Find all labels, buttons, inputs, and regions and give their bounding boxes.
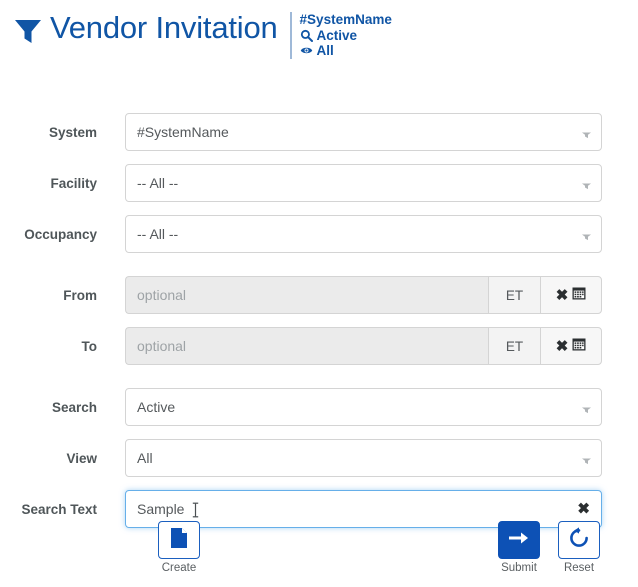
form-row-from: From ET ✖	[0, 275, 602, 315]
page-header: Vendor Invitation #SystemName Active All	[0, 0, 638, 60]
text-cursor-icon	[191, 502, 200, 518]
control-occupancy: -- All --	[125, 215, 602, 253]
from-clear-calendar-button[interactable]: ✖	[540, 276, 602, 314]
header-meta-system-label: #SystemName	[299, 12, 392, 27]
select-search-value: Active	[137, 399, 176, 415]
control-view: All	[125, 439, 602, 477]
select-facility-value: -- All --	[137, 175, 179, 191]
eye-icon	[300, 44, 313, 57]
form-row-to: To ET ✖	[0, 326, 602, 366]
submit-button-wrap: Submit	[485, 521, 553, 575]
from-timezone-addon: ET	[488, 276, 540, 314]
to-date-input[interactable]	[125, 327, 488, 365]
select-search[interactable]: Active	[125, 388, 602, 426]
form-row-occupancy: Occupancy -- All --	[0, 214, 602, 254]
label-from: From	[63, 287, 97, 303]
reset-button-wrap: Reset	[545, 521, 613, 575]
page-title: Vendor Invitation	[50, 10, 278, 45]
submit-button[interactable]	[498, 521, 540, 559]
header-meta-search: Active	[300, 28, 392, 44]
select-occupancy[interactable]: -- All --	[125, 215, 602, 253]
header-meta-system: #SystemName	[300, 12, 392, 28]
document-icon	[170, 527, 188, 554]
label-facility: Facility	[50, 175, 97, 191]
close-icon: ✖	[555, 286, 569, 304]
calendar-icon	[572, 286, 586, 305]
header-meta-view: All	[300, 43, 392, 59]
calendar-icon	[572, 337, 586, 356]
label-occupancy: Occupancy	[24, 226, 97, 242]
control-system: #SystemName	[125, 113, 602, 151]
select-system-value: #SystemName	[137, 124, 229, 140]
select-view-value: All	[137, 450, 153, 466]
select-facility[interactable]: -- All --	[125, 164, 602, 202]
to-clear-calendar-button[interactable]: ✖	[540, 327, 602, 365]
arrow-right-icon	[507, 530, 531, 551]
submit-button-label: Submit	[501, 562, 537, 574]
create-button-wrap: Create	[145, 521, 213, 575]
search-text-clear-icon[interactable]: ✖	[577, 502, 590, 517]
header-meta-view-label: All	[316, 43, 334, 58]
funnel-icon	[12, 16, 44, 46]
filter-form: System #SystemName Facility -- All -- Oc…	[0, 112, 638, 529]
refresh-icon	[568, 526, 590, 554]
reset-button-label: Reset	[563, 562, 595, 574]
control-from: ET ✖	[125, 276, 602, 314]
label-to: To	[81, 338, 98, 354]
form-row-system: System #SystemName	[0, 112, 602, 152]
control-search: Active	[125, 388, 602, 426]
create-button[interactable]	[158, 521, 200, 559]
from-date-input[interactable]	[125, 276, 488, 314]
control-facility: -- All --	[125, 164, 602, 202]
search-icon	[300, 29, 313, 42]
form-row-search: Search Active	[0, 387, 602, 427]
header-meta: #SystemName Active All	[289, 12, 392, 59]
action-bar: Create Submit Reset	[0, 521, 638, 587]
label-system: System	[48, 124, 97, 140]
label-search-text: Search Text	[21, 501, 97, 517]
label-view: View	[66, 450, 97, 466]
reset-button[interactable]	[558, 521, 600, 559]
form-row-view: View All	[0, 438, 602, 478]
input-group-to: ET ✖	[125, 327, 602, 365]
control-to: ET ✖	[125, 327, 602, 365]
close-icon: ✖	[555, 337, 569, 355]
select-system[interactable]: #SystemName	[125, 113, 602, 151]
form-row-facility: Facility -- All --	[0, 163, 602, 203]
to-timezone-addon: ET	[488, 327, 540, 365]
header-meta-search-label: Active	[316, 27, 358, 43]
search-text-value: Sample	[137, 501, 185, 517]
select-view[interactable]: All	[125, 439, 602, 477]
input-group-from: ET ✖	[125, 276, 602, 314]
create-button-label: Create	[161, 562, 197, 574]
label-search: Search	[51, 399, 97, 415]
select-occupancy-value: -- All --	[137, 226, 179, 242]
